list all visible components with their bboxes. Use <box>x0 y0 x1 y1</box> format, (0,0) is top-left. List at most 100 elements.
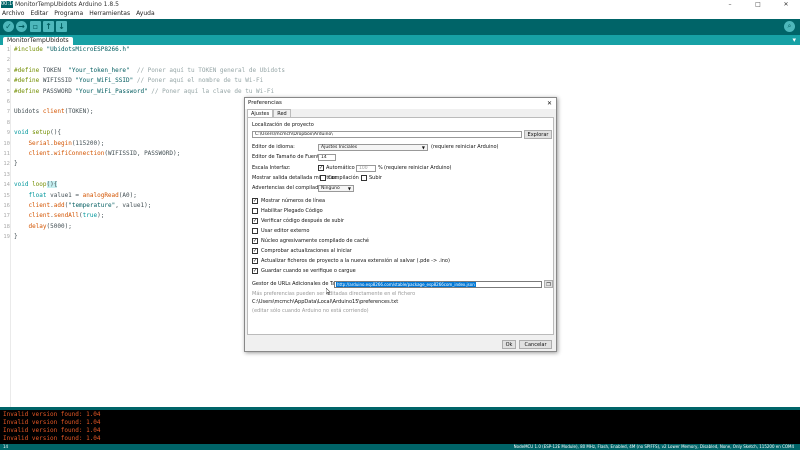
fontsize-label: Editor de Tamaño de Fuente: <box>252 154 324 160</box>
board-urls-field[interactable]: http://arduino.esp8266.com/stable/packag… <box>334 281 542 288</box>
line-number: 6 <box>6 99 10 105</box>
dialog-settings-panel: Localización de proyecto C:\Users\mcmch\… <box>247 117 554 335</box>
code-token: sendAll <box>53 212 80 220</box>
checkbox-label: Comprobar actualizaciones al iniciar <box>261 248 352 254</box>
code-token: TOKEN <box>42 66 69 74</box>
language-select-value: Ajustes Iniciales <box>321 145 358 150</box>
more-prefs-note: Más preferencias pueden ser editadas dir… <box>252 291 416 297</box>
code-token: float <box>14 191 51 199</box>
verbose-compile-label: Compilación <box>328 175 359 181</box>
window-icon: ❐ <box>546 282 551 288</box>
menu-archivo[interactable]: Archivo <box>0 9 27 19</box>
serial-monitor-button[interactable]: ⌕ <box>784 21 795 32</box>
code-token: (TOKEN); <box>64 108 94 116</box>
new-button[interactable]: ▫ <box>30 21 41 32</box>
fontsize-field[interactable]: 14 <box>318 154 336 161</box>
code-token: (){ <box>50 129 61 137</box>
code-token: "Your_token_here" <box>68 66 130 74</box>
code-token: begin <box>53 139 72 147</box>
checkbox[interactable] <box>252 208 258 214</box>
menu-programa[interactable]: Programa <box>51 9 86 19</box>
checkbox[interactable]: ✓ <box>252 198 258 204</box>
dialog-tabs: Ajustes Red <box>247 109 291 117</box>
code-line: 5 #define PASSWORD "Your_WiFi_Password" /… <box>0 87 800 97</box>
code-token: ); <box>97 212 105 220</box>
verbose-upload-label: Subir <box>369 175 382 181</box>
status-board-info: NodeMCU 1.0 (ESP-12E Module), 80 MHz, Fl… <box>513 444 794 449</box>
browse-button[interactable]: Explorar <box>524 130 552 139</box>
check-icon: ✓ <box>5 22 12 31</box>
checkbox-label: Verificar código después de subir <box>261 218 345 224</box>
line-number: 1 <box>6 47 10 53</box>
checkbox[interactable]: ✓ <box>252 218 258 224</box>
checkbox-label: Actualizar ficheros de proyecto a la nue… <box>261 258 450 264</box>
tab-red[interactable]: Red <box>273 109 291 117</box>
code-token: Ubidots <box>14 108 43 116</box>
code-token: setup <box>32 129 51 137</box>
code-token: "UbidotsMicroESP8266.h" <box>46 46 130 53</box>
line-number: 7 <box>6 109 10 116</box>
console-line: Invalid version found: 1.04 <box>3 435 101 442</box>
open-icon: ↑ <box>45 22 52 31</box>
warnings-label: Advertencias del compilador: <box>252 185 326 191</box>
verify-button[interactable]: ✓ <box>3 21 14 32</box>
status-bar: 14 NodeMCU 1.0 (ESP-12E Module), 80 MHz,… <box>0 444 800 450</box>
code-comment: // Poner aquí la clave de tu Wi-Fi <box>147 87 275 95</box>
upload-button[interactable]: → <box>16 21 27 32</box>
code-token: client <box>14 212 51 220</box>
line-number: 2 <box>6 57 10 64</box>
line-number: 16 <box>3 203 10 209</box>
code-token: value1 = <box>50 191 83 199</box>
dialog-close-button[interactable]: ✕ <box>547 98 552 109</box>
menu-ayuda[interactable]: Ayuda <box>133 9 158 19</box>
code-line: 1 #include "UbidotsMicroESP8266.h" <box>0 45 800 55</box>
warnings-select[interactable]: Ninguno ▼ <box>318 185 354 192</box>
ok-button[interactable]: Ok <box>502 340 516 349</box>
scale-auto-checkbox[interactable]: ✓ <box>318 165 324 171</box>
checkbox[interactable]: ✓ <box>252 258 258 264</box>
code-token: delay <box>28 222 47 230</box>
line-number: 19 <box>3 234 10 241</box>
prefs-file-path[interactable]: C:\Users\mcmch\AppData\Local\Arduino15\p… <box>252 299 398 306</box>
code-token: true <box>82 212 98 220</box>
code-token: (5000); <box>46 222 72 230</box>
checkbox[interactable]: ✓ <box>252 238 258 244</box>
verbose-compile-checkbox[interactable] <box>320 175 326 181</box>
language-select[interactable]: Ajustes Iniciales ▼ <box>318 144 428 151</box>
board-urls-edit-button[interactable]: ❐ <box>544 280 553 288</box>
menu-editar[interactable]: Editar <box>27 9 51 19</box>
scale-value-field[interactable]: 100 <box>356 165 376 172</box>
code-comment: // Poner aquí tu TOKEN general de Ubidot… <box>129 66 285 74</box>
code-token: "temperature" <box>68 202 116 209</box>
language-note: (requiere reiniciar Arduino) <box>431 144 499 150</box>
save-icon: ↓ <box>58 22 65 31</box>
code-token: (WIFISSID, PASSWORD); <box>104 150 181 157</box>
save-button[interactable]: ↓ <box>56 21 67 32</box>
code-token: #define <box>14 66 43 74</box>
open-button[interactable]: ↑ <box>43 21 54 32</box>
line-number: 4 <box>6 78 10 85</box>
code-token: WIFISSID <box>42 77 76 85</box>
line-number: 11 <box>3 151 10 157</box>
console-line: Invalid version found: 1.04 <box>3 419 101 426</box>
line-number: 18 <box>3 223 10 230</box>
line-number: 12 <box>3 161 10 168</box>
console-output[interactable]: Invalid version found: 1.04 Invalid vers… <box>0 410 800 444</box>
code-token: } <box>14 160 18 168</box>
sketchbook-path-field[interactable]: C:\Users\mcmch\Dropbox\Arduino\ <box>252 131 522 138</box>
minimize-button[interactable]: – <box>716 0 744 9</box>
tab-menu-icon[interactable]: ▾ <box>792 35 796 45</box>
checkbox[interactable]: ✓ <box>252 268 258 274</box>
checkbox[interactable] <box>252 228 258 234</box>
tab-ajustes[interactable]: Ajustes <box>247 109 274 117</box>
arrow-right-icon: → <box>18 22 25 31</box>
tab-sketch[interactable]: MonitorTempUbidots <box>3 37 73 45</box>
checkbox[interactable]: ✓ <box>252 248 258 254</box>
cancel-button[interactable]: Cancelar <box>519 340 552 349</box>
toolbar: ✓ → ▫ ↑ ↓ ⌕ <box>0 19 800 35</box>
menu-herramientas[interactable]: Herramientas <box>86 9 133 19</box>
maximize-button[interactable]: □ <box>744 0 772 9</box>
menu-bar: Archivo Editar Programa Herramientas Ayuda <box>0 9 800 19</box>
verbose-upload-checkbox[interactable] <box>361 175 367 181</box>
close-window-button[interactable]: ✕ <box>772 0 800 9</box>
